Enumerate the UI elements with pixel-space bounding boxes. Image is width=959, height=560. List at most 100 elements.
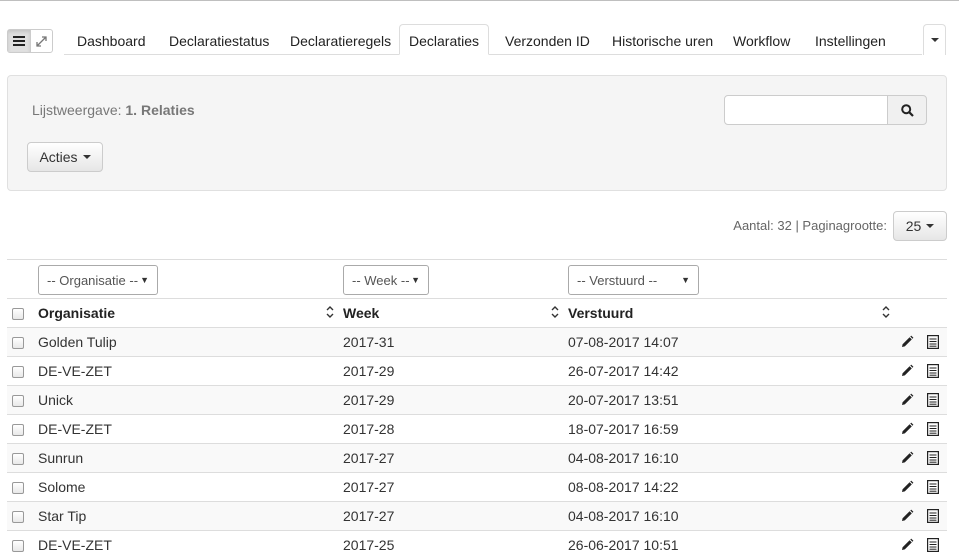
search-button[interactable]: [887, 95, 927, 125]
tab-historische-uren[interactable]: Historische uren: [612, 24, 713, 55]
cell-organisatie: Unick: [38, 392, 74, 408]
cell-week: 2017-29: [343, 392, 395, 408]
filter-row: -- Organisatie -- ▼ -- Week -- ▼ -- Verstu…: [7, 259, 947, 300]
tab-declaratiestatus[interactable]: Declaratiestatus: [169, 24, 269, 55]
row-checkbox[interactable]: [12, 424, 24, 436]
cell-organisatie: DE-VE-ZET: [38, 363, 112, 379]
header-organisatie[interactable]: Organisatie: [38, 299, 115, 328]
edit-icon[interactable]: [900, 422, 914, 436]
cell-week: 2017-28: [343, 421, 395, 437]
listview-prefix: Lijstweergave:: [32, 102, 122, 118]
page-size-dropdown[interactable]: 25: [893, 211, 947, 241]
table-row[interactable]: DE-VE-ZET 2017-28 18-07-2017 16:59: [7, 414, 947, 443]
verstuurd-filter[interactable]: -- Verstuurd -- ▼: [568, 265, 699, 295]
list-panel: Lijstweergave: 1. Relaties Acties: [7, 75, 947, 191]
cell-week: 2017-27: [343, 450, 395, 466]
details-icon[interactable]: [927, 364, 939, 378]
tabs-more-dropdown[interactable]: [923, 24, 946, 55]
table-body: Golden Tulip 2017-31 07-08-2017 14:07 DE-VE…: [7, 327, 947, 559]
edit-icon[interactable]: [900, 393, 914, 407]
table-row[interactable]: DE-VE-ZET 2017-29 26-07-2017 14:42: [7, 356, 947, 385]
tab-declaratieregels[interactable]: Declaratieregels: [290, 24, 391, 55]
row-checkbox[interactable]: [12, 366, 24, 378]
table-row[interactable]: Golden Tulip 2017-31 07-08-2017 14:07: [7, 327, 947, 356]
details-icon[interactable]: [927, 422, 939, 436]
tab-dashboard[interactable]: Dashboard: [77, 24, 146, 55]
edit-icon[interactable]: [900, 335, 914, 349]
details-icon[interactable]: [927, 393, 939, 407]
tab-verzonden-id[interactable]: Verzonden ID: [505, 24, 590, 55]
listview-value: 1. Relaties: [125, 102, 195, 118]
select-all-checkbox[interactable]: [12, 308, 24, 320]
edit-icon[interactable]: [900, 451, 914, 465]
top-border: [0, 0, 959, 1]
tab-workflow[interactable]: Workflow: [733, 24, 790, 55]
actions-button[interactable]: Acties: [27, 142, 103, 172]
tab-declaraties[interactable]: Declaraties: [399, 24, 489, 55]
details-icon[interactable]: [927, 509, 939, 523]
search-icon: [900, 103, 914, 117]
week-filter[interactable]: -- Week -- ▼: [343, 265, 429, 295]
page-size-value: 25: [905, 218, 922, 234]
list-view-button[interactable]: [8, 30, 31, 52]
declaraties-table: Organisatie Week Verstuurd Golden Tulip 2…: [7, 298, 947, 559]
chevron-down-icon: [930, 38, 939, 42]
search-input[interactable]: [724, 95, 888, 125]
cell-verstuurd: 20-07-2017 13:51: [568, 392, 679, 408]
row-checkbox[interactable]: [12, 540, 24, 552]
edit-icon[interactable]: [900, 538, 914, 552]
chevron-down-icon: [82, 155, 91, 159]
view-toggle: [7, 29, 53, 53]
cell-verstuurd: 04-08-2017 16:10: [568, 508, 679, 524]
sort-icon[interactable]: [551, 305, 559, 319]
table-row[interactable]: Solome 2017-27 08-08-2017 14:22: [7, 472, 947, 501]
edit-icon[interactable]: [900, 509, 914, 523]
row-checkbox[interactable]: [12, 395, 24, 407]
edit-icon[interactable]: [900, 364, 914, 378]
table-row[interactable]: DE-VE-ZET 2017-25 26-06-2017 10:51: [7, 530, 947, 559]
dropdown-arrow-icon: ▼: [140, 275, 149, 285]
actions-label: Acties: [39, 149, 78, 165]
details-icon[interactable]: [927, 451, 939, 465]
cell-verstuurd: 26-06-2017 10:51: [568, 537, 679, 553]
dropdown-arrow-icon: ▼: [411, 275, 420, 285]
table-header-row: Organisatie Week Verstuurd: [7, 298, 947, 327]
row-checkbox[interactable]: [12, 453, 24, 465]
cell-week: 2017-25: [343, 537, 395, 553]
tab-bar: Dashboard Declaratiestatus Declaratiereg…: [64, 24, 922, 55]
cell-verstuurd: 18-07-2017 16:59: [568, 421, 679, 437]
table-row[interactable]: Sunrun 2017-27 04-08-2017 16:10: [7, 443, 947, 472]
verstuurd-filter-value: -- Verstuurd --: [577, 272, 658, 288]
week-filter-value: -- Week --: [352, 272, 410, 288]
row-checkbox[interactable]: [12, 511, 24, 523]
cell-week: 2017-27: [343, 479, 395, 495]
cell-verstuurd: 08-08-2017 14:22: [568, 479, 679, 495]
chevron-down-icon: [926, 224, 935, 228]
cell-week: 2017-31: [343, 334, 395, 350]
details-icon[interactable]: [927, 480, 939, 494]
edit-icon[interactable]: [900, 480, 914, 494]
tab-instellingen[interactable]: Instellingen: [815, 24, 886, 55]
expand-view-button[interactable]: [31, 30, 53, 52]
cell-organisatie: Golden Tulip: [38, 334, 117, 350]
details-icon[interactable]: [927, 538, 939, 552]
cell-week: 2017-27: [343, 508, 395, 524]
dropdown-arrow-icon: ▼: [681, 275, 690, 285]
table-row[interactable]: Unick 2017-29 20-07-2017 13:51: [7, 385, 947, 414]
row-checkbox[interactable]: [12, 337, 24, 349]
sort-icon[interactable]: [882, 305, 890, 319]
organisatie-filter-value: -- Organisatie --: [47, 272, 139, 288]
header-verstuurd[interactable]: Verstuurd: [568, 299, 633, 328]
organisatie-filter[interactable]: -- Organisatie -- ▼: [38, 265, 158, 295]
listview-label: Lijstweergave: 1. Relaties: [32, 102, 195, 118]
cell-organisatie: DE-VE-ZET: [38, 421, 112, 437]
table-row[interactable]: Star Tip 2017-27 04-08-2017 16:10: [7, 501, 947, 530]
cell-organisatie: Star Tip: [38, 508, 87, 524]
header-week[interactable]: Week: [343, 299, 379, 328]
details-icon[interactable]: [927, 335, 939, 349]
row-checkbox[interactable]: [12, 482, 24, 494]
list-icon: [12, 36, 25, 46]
sort-icon[interactable]: [326, 305, 334, 319]
cell-organisatie: DE-VE-ZET: [38, 537, 112, 553]
cell-verstuurd: 26-07-2017 14:42: [568, 363, 679, 379]
